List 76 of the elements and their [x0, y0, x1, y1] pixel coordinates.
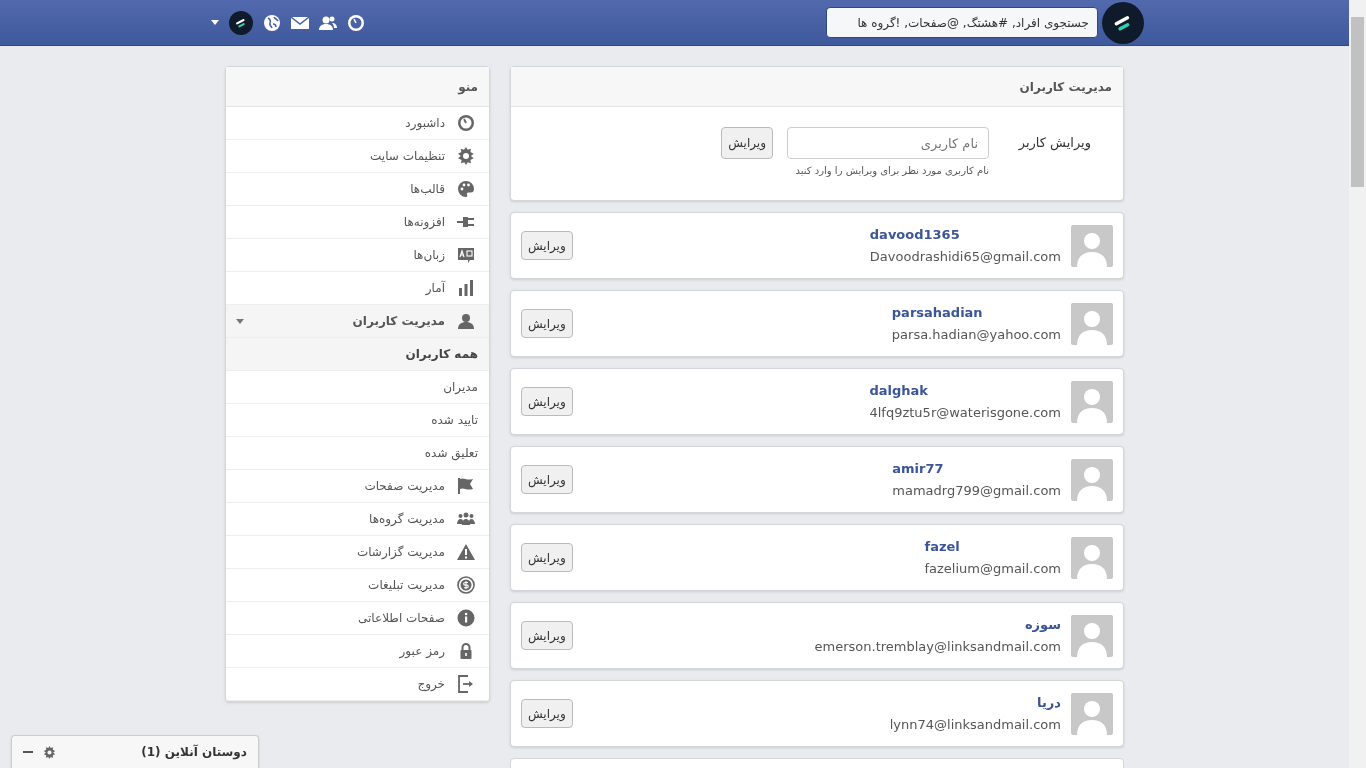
email-text: fazelium@gmail.com: [924, 560, 1061, 578]
online-friends-bar[interactable]: دوستان آنلاین (1): [11, 735, 259, 768]
menu-title: منو: [226, 67, 489, 107]
bar-chart-icon: [457, 279, 475, 297]
email-text: lynn74@linksandmail.com: [889, 716, 1061, 734]
field-label: ویرایش کاربر: [1017, 134, 1092, 153]
username-link[interactable]: dalghak: [869, 380, 1061, 400]
menu-item[interactable]: رمز عبور: [226, 635, 489, 668]
username-link[interactable]: fazel: [924, 536, 1061, 556]
users-icon: [457, 312, 475, 330]
submenu-item[interactable]: تعلیق شده: [226, 437, 489, 470]
edit-button[interactable]: ویرایش: [521, 543, 573, 572]
avatar-icon: [1071, 614, 1113, 657]
flag-icon: [457, 477, 475, 495]
submenu-item[interactable]: همه کاربران: [226, 338, 489, 371]
avatar-icon: [1071, 224, 1113, 267]
submenu-item[interactable]: تایید شده: [226, 404, 489, 437]
logo-icon[interactable]: [1102, 1, 1144, 44]
username-link[interactable]: parsahadian: [891, 302, 1061, 322]
menu-item[interactable]: داشبورد: [226, 107, 489, 140]
coin-icon: [457, 576, 475, 594]
username-link[interactable]: davood1365: [869, 224, 1061, 244]
info-icon: [457, 609, 475, 627]
logout-icon: [457, 675, 475, 693]
menu-item[interactable]: مدیریت کاربران: [226, 305, 489, 338]
edit-button[interactable]: ویرایش: [521, 309, 573, 338]
email-text: emerson.tremblay@linksandmail.com: [814, 638, 1061, 656]
menu-item[interactable]: افزونه‌ها: [226, 206, 489, 239]
gear-icon: [457, 147, 475, 165]
username-field[interactable]: نام کاربری: [787, 127, 989, 159]
users-icon[interactable]: [319, 14, 337, 31]
edit-button[interactable]: ویرایش: [521, 465, 573, 494]
email-text: Davoodrashidi65@gmail.com: [869, 248, 1061, 266]
avatar-icon: [1071, 692, 1113, 735]
menu-item[interactable]: صفحات اطلاعاتی: [226, 602, 489, 635]
menu-item[interactable]: مدیریت صفحات: [226, 470, 489, 503]
edit-button[interactable]: ویرایش: [521, 387, 573, 416]
edit-button[interactable]: ویرایش: [521, 699, 573, 728]
language-icon: [457, 246, 475, 264]
caret-icon[interactable]: [211, 20, 219, 25]
warning-icon: [457, 543, 475, 561]
edit-button[interactable]: ویرایش: [521, 231, 573, 260]
search-field[interactable]: جستجوی افراد, #هشتگ, @صفحات, !گروه ها: [826, 7, 1098, 38]
edit-button[interactable]: ویرایش: [721, 127, 773, 159]
menu-item[interactable]: مدیریت تبلیغات: [226, 569, 489, 602]
username-link[interactable]: دریا: [889, 692, 1061, 712]
group-icon: [457, 510, 475, 528]
email-text: 4lfq9ztu5r@waterisgone.com: [869, 404, 1061, 422]
submenu-item[interactable]: مدیران: [226, 371, 489, 404]
globe-icon[interactable]: [263, 13, 281, 32]
menu-item[interactable]: تنظیمات سایت: [226, 140, 489, 173]
avatar-icon: [1071, 380, 1113, 423]
username-link[interactable]: سوزه: [814, 614, 1061, 634]
dashboard-icon[interactable]: [347, 13, 365, 32]
caret-icon: [236, 318, 244, 324]
avatar-icon: [1071, 536, 1113, 579]
avatar-icon: [1071, 302, 1113, 345]
email-text: mamadrg799@gmail.com: [892, 482, 1061, 500]
online-friends-title: دوستان آنلاین (1): [141, 743, 247, 761]
settings-icon[interactable]: [43, 745, 56, 759]
help-text: نام کاربری مورد نظر برای ویرایش را وارد کنید: [794, 164, 989, 178]
avatar-icon: [1071, 458, 1113, 501]
card-title: مدیریت کاربران: [511, 67, 1123, 107]
email-text: parsa.hadian@yahoo.com: [891, 326, 1061, 344]
menu-item[interactable]: مدیریت گزارشات: [226, 536, 489, 569]
menu-item[interactable]: قالب‌ها: [226, 173, 489, 206]
username-link[interactable]: amir77: [892, 458, 1061, 478]
mail-icon[interactable]: [291, 15, 309, 30]
dashboard-icon: [457, 114, 475, 132]
edit-button[interactable]: ویرایش: [521, 621, 573, 650]
menu-item[interactable]: زبان‌ها: [226, 239, 489, 272]
menu-item[interactable]: مدیریت گروه‌ها: [226, 503, 489, 536]
scrollbar[interactable]: [1349, 0, 1366, 768]
menu-item[interactable]: خروج: [226, 668, 489, 701]
palette-icon: [457, 180, 475, 198]
logo-icon[interactable]: [229, 10, 253, 35]
